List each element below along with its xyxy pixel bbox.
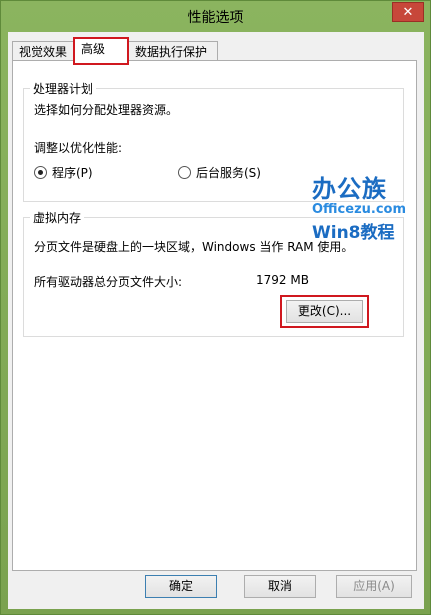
close-button[interactable]: ✕ [392,2,424,22]
ok-button[interactable]: 确定 [145,575,217,598]
virtual-memory-description: 分页文件是硬盘上的一块区域，Windows 当作 RAM 使用。 [34,240,354,254]
title-bar[interactable]: 性能选项 ✕ [1,1,430,31]
total-paging-value: 1792 MB [256,273,309,287]
watermark-line3: Win8教程 [312,223,395,243]
change-button-highlight [280,295,369,328]
group-title: 处理器计划 [30,80,97,97]
close-icon: ✕ [402,4,414,20]
total-paging-label: 所有驱动器总分页文件大小: [34,275,183,289]
radio-label: 程序(P) [52,166,93,180]
performance-options-window: 性能选项 ✕ 视觉效果 高级 数据执行保护 处理器计划 选择如何分配处理器资源。… [0,0,431,615]
group-title: 虚拟内存 [30,209,85,226]
radio-programs[interactable]: 程序(P) [34,164,93,181]
watermark-logo: 办公族 Officezu.com Win8教程 [312,169,424,243]
radio-checked-icon [34,166,47,179]
apply-button[interactable]: 应用(A) [336,575,412,598]
tab-advanced[interactable]: 高级 [73,37,129,65]
radio-unchecked-icon [178,166,191,179]
adjust-label: 调整以优化性能: [34,141,123,155]
radio-background-services[interactable]: 后台服务(S) [178,164,261,181]
dialog-client: 视觉效果 高级 数据执行保护 处理器计划 选择如何分配处理器资源。 调整以优化性… [8,32,424,609]
watermark-line1: 办公族 [312,175,387,203]
radio-label: 后台服务(S) [196,166,261,180]
processor-description: 选择如何分配处理器资源。 [34,103,179,117]
watermark-line2: Officezu.com [312,202,407,217]
tab-panel-advanced: 处理器计划 选择如何分配处理器资源。 调整以优化性能: 程序(P) 后台服务(S… [12,60,417,571]
window-title: 性能选项 [187,10,244,26]
cancel-button[interactable]: 取消 [244,575,316,598]
